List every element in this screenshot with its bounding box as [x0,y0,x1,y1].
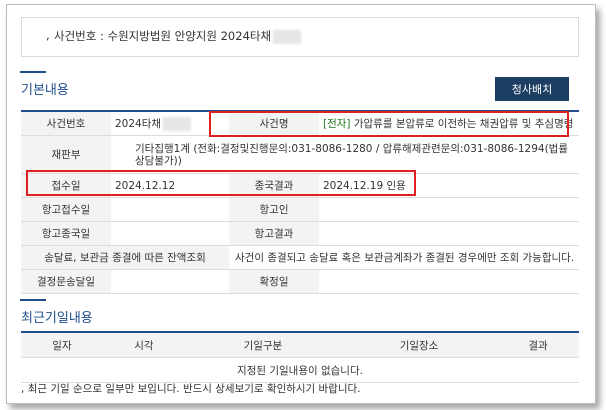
highlight-dates [26,170,416,196]
footnote: 최근 기일 순으로 일부만 보입니다. 반드시 상세보기로 확인하시기 바랍니다… [27,383,361,395]
appeal-end-label: 항고종국일 [21,221,111,246]
col-type: 기일구분 [184,332,341,358]
recent-section-title: 최근기일내용 [20,299,93,326]
case-number-label: 사건번호 : 수원지방법원 안양지원 2024타채 [54,29,272,43]
case-no-value: 2024타채 [115,118,162,130]
deposit-label: 송달료, 보관금 종결에 따른 잔액조회 [21,245,229,270]
case-no-label: 사건번호 [21,111,111,136]
court-label: 재판부 [21,135,111,174]
court-value: 기타집행1계 (전화:결정및진행문의:031-8086-1280 / 압류해제관… [111,135,579,174]
table-row: 재판부 기타집행1계 (전화:결정및진행문의:031-8086-1280 / 압… [21,135,579,174]
highlight-case-name [209,111,569,137]
redacted-block [163,117,192,131]
redacted-block [273,29,302,44]
bullet-icon: , [46,28,50,42]
table-row: 결정문송달일 확정일 [21,269,579,294]
col-result: 결과 [497,332,579,358]
appeal-received-label: 항고접수일 [21,197,111,222]
table-row: 지정된 기일내용이 없습니다. [21,357,579,383]
case-info-table: 사건번호 2024타채 사건명 [전자] 가압류를 본압류로 이전하는 채권압류… [21,110,579,294]
appeal-result-label: 항고결과 [229,221,319,246]
deposit-value: 사건이 종결되고 송달료 혹은 보관금계좌가 종결된 경우에만 조회 가능합니다… [229,245,579,270]
col-place: 기일장소 [340,332,498,358]
confirm-date-label: 확정일 [229,269,319,294]
decision-delivery-label: 결정문송달일 [21,269,111,294]
col-time: 시각 [102,332,185,358]
bullet-icon: , [21,383,28,395]
col-date: 일자 [21,332,103,358]
case-number-box: , 사건번호 : 수원지방법원 안양지원 2024타채 [21,17,579,57]
table-row: 항고접수일 항고인 [21,197,579,222]
appellant-label: 항고인 [229,197,319,222]
case-detail-panel: , 사건번호 : 수원지방법원 안양지원 2024타채 기본내용 청사배치 사건… [6,4,596,404]
table-header-row: 일자 시각 기일구분 기일장소 결과 [21,332,579,358]
table-row: 송달료, 보관금 종결에 따른 잔액조회 사건이 종결되고 송달료 혹은 보관금… [21,245,579,270]
basic-section-title: 기본내용 [20,71,69,98]
hearing-table: 일자 시각 기일구분 기일장소 결과 지정된 기일내용이 없습니다. [21,331,579,383]
empty-message: 지정된 기일내용이 없습니다. [21,357,579,383]
table-row: 항고종국일 항고결과 [21,221,579,246]
court-map-button[interactable]: 청사배치 [495,77,569,101]
